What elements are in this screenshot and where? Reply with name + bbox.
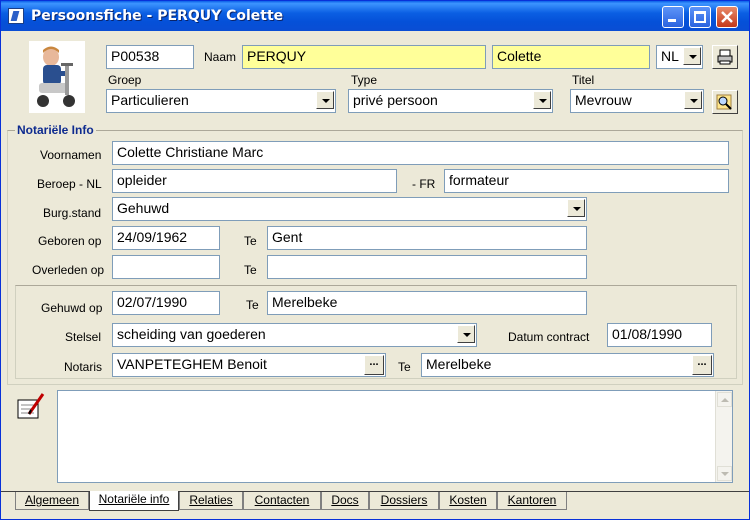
scroll-down-icon[interactable]: [717, 466, 732, 481]
tab-relaties[interactable]: Relaties: [179, 492, 243, 510]
gehuwd-te-field[interactable]: Merelbeke: [267, 291, 587, 315]
note-pen-icon[interactable]: [15, 392, 47, 422]
print-button[interactable]: [712, 45, 738, 69]
chevron-down-icon[interactable]: [457, 325, 475, 343]
beroep-fr-label: - FR: [412, 177, 436, 191]
overleden-te-label: Te: [244, 263, 257, 277]
geboren-label: Geboren op: [38, 234, 102, 248]
overleden-te-field[interactable]: [267, 255, 587, 279]
tab-contacten[interactable]: Contacten: [243, 492, 321, 510]
notaris-lookup-button[interactable]: ...: [364, 355, 384, 375]
chevron-down-icon[interactable]: [567, 199, 585, 217]
person-window: Persoonsfiche - PERQUY Colette P00538 Na…: [0, 0, 750, 520]
chevron-down-icon[interactable]: [316, 91, 334, 109]
magnifier-icon: [716, 94, 732, 110]
chevron-down-icon[interactable]: [683, 47, 701, 65]
scroll-up-icon[interactable]: [717, 392, 732, 407]
burgstand-select[interactable]: Gehuwd: [112, 197, 587, 221]
beroep-fr-field[interactable]: formateur: [444, 169, 729, 193]
datum-contract-label: Datum contract: [508, 330, 590, 344]
title-bar[interactable]: Persoonsfiche - PERQUY Colette: [1, 1, 749, 31]
close-button[interactable]: [716, 6, 738, 28]
groep-value: Particulieren: [111, 92, 189, 108]
type-label: Type: [351, 73, 378, 87]
type-select[interactable]: privé persoon: [348, 89, 553, 113]
burgstand-value: Gehuwd: [117, 200, 170, 216]
person-id-field[interactable]: P00538: [106, 45, 194, 69]
titel-select[interactable]: Mevrouw: [570, 89, 704, 113]
naam-label: Naam: [204, 50, 237, 64]
notaris-te-label: Te: [398, 360, 411, 374]
gehuwd-te-label: Te: [246, 298, 259, 312]
lastname-field[interactable]: PERQUY: [242, 45, 486, 69]
memo-textarea[interactable]: [57, 390, 733, 483]
notaris-field[interactable]: VANPETEGHEM Benoit ...: [112, 353, 386, 377]
person-photo: [29, 41, 85, 113]
notaris-te-value: Merelbeke: [426, 356, 492, 372]
geboren-te-label: Te: [244, 234, 257, 248]
close-icon: [721, 11, 733, 23]
notaris-label: Notaris: [64, 360, 103, 374]
person-photo-image: [37, 46, 75, 107]
app-icon[interactable]: [8, 8, 24, 24]
search-button[interactable]: [712, 90, 738, 114]
stelsel-value: scheiding van goederen: [117, 326, 266, 342]
burgstand-label: Burg.stand: [43, 206, 102, 220]
tab-notariele-info[interactable]: Notariële info: [89, 491, 179, 511]
notaris-te-lookup-button[interactable]: ...: [692, 355, 712, 375]
geboren-field[interactable]: 24/09/1962: [112, 226, 220, 250]
beroep-nl-field[interactable]: opleider: [112, 169, 397, 193]
overleden-label: Overleden op: [32, 263, 105, 277]
titel-value: Mevrouw: [575, 92, 632, 108]
minimize-button[interactable]: [662, 6, 684, 28]
stelsel-select[interactable]: scheiding van goederen: [112, 323, 477, 347]
beroep-nl-label: Beroep - NL: [37, 177, 102, 191]
gehuwd-field[interactable]: 02/07/1990: [112, 291, 220, 315]
printer-icon: [717, 49, 733, 65]
chevron-down-icon[interactable]: [684, 91, 702, 109]
notarial-section-title: Notariële Info: [15, 123, 96, 137]
memo-scrollbar[interactable]: [715, 391, 732, 482]
geboren-te-field[interactable]: Gent: [267, 226, 587, 250]
language-value: NL: [661, 48, 679, 64]
groep-select[interactable]: Particulieren: [106, 89, 336, 113]
notaris-value: VANPETEGHEM Benoit: [117, 356, 267, 372]
tab-kosten[interactable]: Kosten: [439, 492, 497, 510]
window-title: Persoonsfiche - PERQUY Colette: [31, 8, 284, 24]
datum-contract-field[interactable]: 01/08/1990: [607, 323, 712, 347]
type-value: privé persoon: [353, 92, 438, 108]
language-select[interactable]: NL: [656, 45, 703, 69]
groep-label: Groep: [108, 73, 142, 87]
tab-dossiers[interactable]: Dossiers: [369, 492, 439, 510]
notaris-te-field[interactable]: Merelbeke ...: [421, 353, 714, 377]
tab-strip: Algemeen Notariële info Relaties Contact…: [1, 491, 749, 519]
stelsel-label: Stelsel: [65, 330, 102, 344]
overleden-field[interactable]: [112, 255, 220, 279]
gehuwd-label: Gehuwd op: [41, 301, 103, 315]
voornamen-label: Voornamen: [40, 148, 102, 162]
titel-label: Titel: [572, 73, 595, 87]
voornamen-field[interactable]: Colette Christiane Marc: [112, 141, 729, 165]
maximize-button[interactable]: [689, 6, 711, 28]
tab-algemeen[interactable]: Algemeen: [15, 492, 89, 510]
tab-kantoren[interactable]: Kantoren: [497, 492, 567, 510]
firstname-field[interactable]: Colette: [492, 45, 650, 69]
chevron-down-icon[interactable]: [533, 91, 551, 109]
tab-docs[interactable]: Docs: [321, 492, 369, 510]
